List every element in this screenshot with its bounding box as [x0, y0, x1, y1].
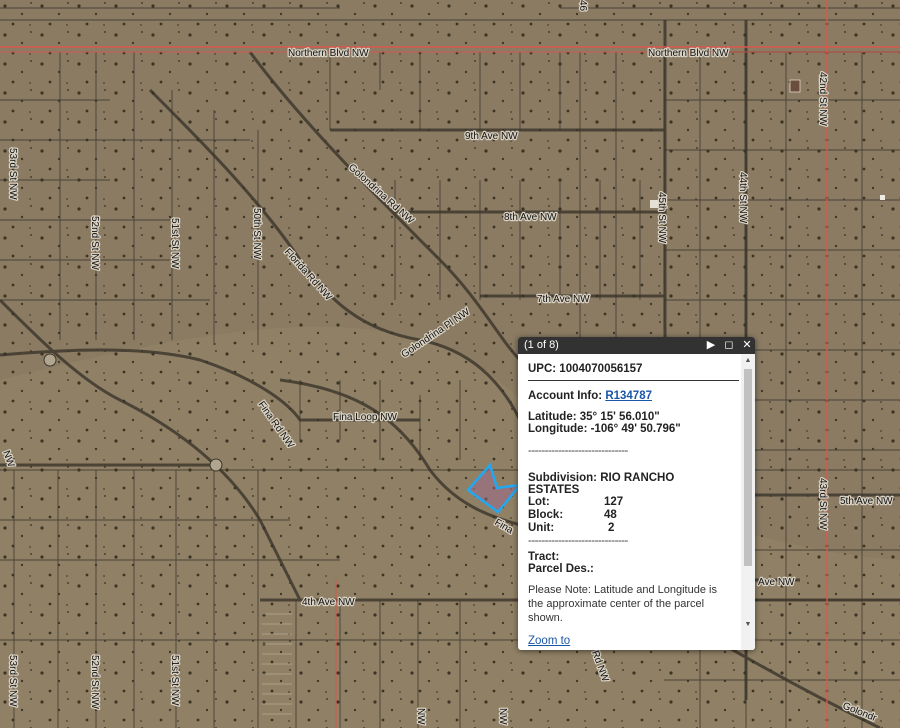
- block-row: Block: 48: [528, 509, 731, 522]
- popup-counter: (1 of 8): [524, 339, 559, 351]
- divider-2: ------------------------------: [528, 535, 628, 547]
- label-9th-ave: 9th Ave NW: [465, 131, 518, 142]
- label-42nd-st: 42nd St NW: [817, 72, 828, 126]
- label-ave-frag: Ave NW: [758, 577, 795, 588]
- label-5th-ave: 5th Ave NW: [840, 496, 893, 507]
- cul-de-sac: [209, 458, 223, 472]
- scroll-thumb[interactable]: [744, 369, 752, 566]
- label-nw-bottom-2: NW: [497, 708, 508, 725]
- lot-row: Lot: 127: [528, 496, 731, 509]
- maximize-icon[interactable]: ◻: [723, 337, 735, 354]
- popup-title: UPC: 1004070056157: [528, 363, 739, 381]
- label-52nd-st: 52nd St NW: [89, 216, 100, 270]
- vegetation-dots: [0, 0, 900, 728]
- map-view[interactable]: Northern Blvd NW Northern Blvd NW 9th Av…: [0, 0, 900, 728]
- label-46-top: 46: [577, 0, 588, 12]
- parcel-des-label: Parcel Des.:: [528, 563, 594, 575]
- lot-value: 127: [604, 496, 624, 508]
- building-1: [789, 79, 801, 93]
- label-52nd-st-bottom: 52nd St NW: [89, 655, 100, 709]
- building-3: [880, 195, 885, 200]
- subdivision-line-2: ESTATES: [528, 484, 580, 496]
- longitude-text: Longitude: -106° 49' 50.796": [528, 423, 681, 435]
- zoom-to-link[interactable]: Zoom to: [528, 635, 728, 647]
- unit-value: 2: [608, 522, 615, 534]
- label-44th-st: 44th St NW: [737, 172, 748, 224]
- divider-1: ------------------------------: [528, 445, 628, 457]
- label-51st-st-bottom: 51st St NW: [169, 655, 180, 706]
- unit-label: Unit:: [528, 522, 555, 534]
- map-canvas[interactable]: Northern Blvd NW Northern Blvd NW 9th Av…: [0, 0, 900, 728]
- label-53rd-st-bottom: 53rd St NW: [7, 655, 18, 707]
- account-label: Account Info:: [528, 390, 603, 402]
- label-nw-bottom: NW: [415, 708, 426, 725]
- account-link[interactable]: R134787: [605, 390, 652, 402]
- next-arrow-icon[interactable]: ▶: [705, 337, 717, 354]
- label-51st-st: 51st St NW: [169, 218, 180, 269]
- label-8th-ave: 8th Ave NW: [504, 212, 557, 223]
- label-45th-st: 45th St NW: [656, 192, 667, 244]
- popup-scrollbar[interactable]: ▲ ▼: [741, 354, 755, 650]
- account-info-row: Account Info: R134787: [528, 390, 731, 402]
- label-53rd-st: 53rd St NW: [7, 148, 18, 200]
- subdivision-line-1: Subdivision: RIO RANCHO: [528, 472, 675, 484]
- block-label: Block:: [528, 509, 564, 521]
- cul-de-sac-2: [43, 353, 57, 367]
- lot-label: Lot:: [528, 496, 550, 508]
- label-fina-loop: Fina Loop NW: [333, 412, 397, 423]
- label-northern-blvd: Northern Blvd NW: [288, 48, 369, 59]
- popup-header: (1 of 8) ▶ ◻ ✕: [518, 337, 755, 354]
- tract-label: Tract:: [528, 551, 560, 563]
- unit-row: Unit: 2: [528, 522, 731, 535]
- popup-content: UPC: 1004070056157 Account Info: R134787…: [518, 354, 741, 650]
- block-value: 48: [604, 509, 617, 521]
- close-icon[interactable]: ✕: [741, 337, 753, 354]
- label-4th-ave: 4th Ave NW: [302, 597, 355, 608]
- scroll-up-icon[interactable]: ▲: [741, 357, 755, 364]
- label-7th-ave: 7th Ave NW: [537, 294, 590, 305]
- label-43rd-st: 43rd St NW: [817, 478, 828, 530]
- label-northern-blvd-2: Northern Blvd NW: [648, 48, 729, 59]
- scroll-down-icon[interactable]: ▼: [741, 621, 755, 628]
- note-text: Please Note: Latitude and Longitude is t…: [528, 584, 717, 624]
- label-50th-st: 50th St NW: [251, 208, 262, 260]
- latitude-text: Latitude: 35° 15' 56.010": [528, 411, 660, 423]
- parcel-popup[interactable]: (1 of 8) ▶ ◻ ✕ UPC: 1004070056157 Accoun…: [518, 337, 755, 650]
